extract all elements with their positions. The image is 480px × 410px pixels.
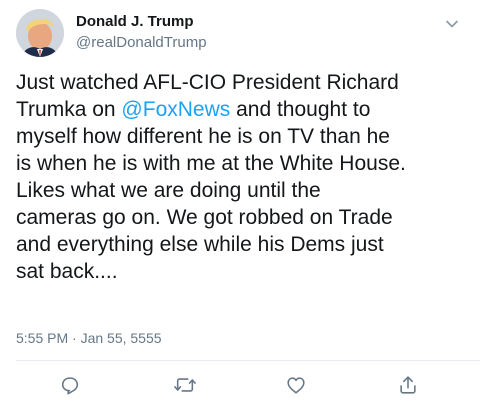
tweet-line: Likes what we are doing until the [16, 179, 321, 202]
tweet-line: Just watched AFL-CIO President Richard [16, 71, 399, 94]
mention-link[interactable]: @FoxNews [121, 98, 230, 121]
tweet-timestamp[interactable]: 5:55 PM · Jan 55, 5555 [16, 330, 162, 346]
tweet-line: myself how different he is on TV than he [16, 125, 390, 148]
tweet-line: sat back.... [16, 260, 118, 283]
action-bar [0, 371, 480, 399]
tweet-line: Trumka on @FoxNews and thought to [16, 98, 371, 121]
tweet-line: cameras go on. We got robbed on Trade [16, 206, 393, 229]
like-button[interactable] [282, 371, 310, 399]
share-button[interactable] [394, 371, 422, 399]
retweet-button[interactable] [171, 371, 199, 399]
heart-icon [287, 377, 305, 394]
share-icon [400, 376, 416, 394]
tweet-card: Donald J. Trump @realDonaldTrump Just wa… [0, 0, 480, 410]
author-block: Donald J. Trump @realDonaldTrump [76, 12, 207, 53]
avatar-image [16, 9, 64, 57]
divider [16, 360, 480, 361]
avatar[interactable] [16, 9, 64, 57]
tweet-line: is when he is with me at the White House… [16, 152, 406, 175]
more-options-button[interactable] [444, 16, 460, 32]
tweet-line: and everything else while his Dems just [16, 233, 384, 256]
chevron-down-icon [446, 20, 458, 28]
tweet-text: Just watched AFL-CIO President Richard T… [16, 69, 468, 285]
reply-icon [61, 377, 79, 395]
retweet-icon [174, 378, 196, 392]
author-display-name[interactable]: Donald J. Trump [76, 12, 207, 32]
author-handle[interactable]: @realDonaldTrump [76, 33, 207, 53]
reply-button[interactable] [56, 371, 84, 399]
